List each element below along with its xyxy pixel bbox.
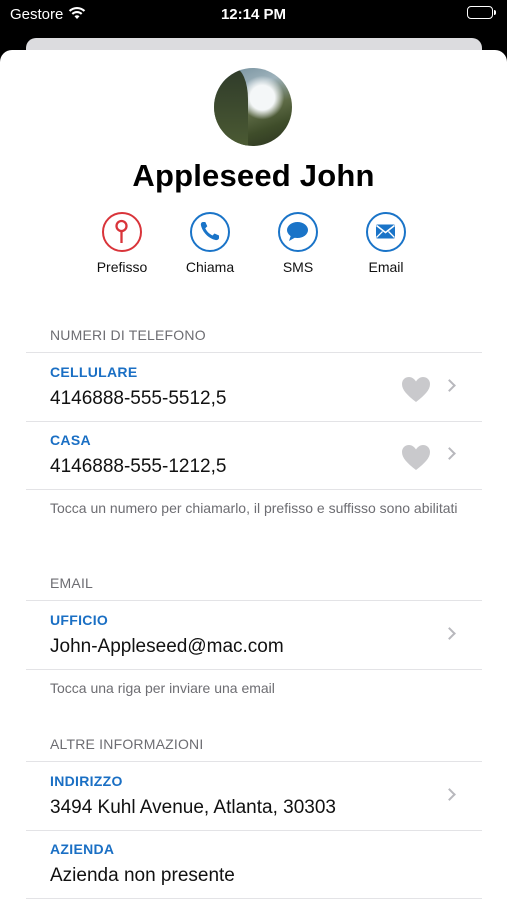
avatar xyxy=(214,68,292,146)
phone-type-label: CASA xyxy=(50,432,91,448)
phone-icon xyxy=(190,212,230,252)
email-label: Email xyxy=(368,259,404,275)
chevron-right-icon xyxy=(443,788,456,801)
pin-icon xyxy=(102,212,142,252)
company-row: AZIENDA Azienda non presente xyxy=(26,830,482,898)
sms-label: SMS xyxy=(282,259,314,275)
phone-number: 4146888-555-5512,5 xyxy=(50,388,227,409)
contact-name: Appleseed John xyxy=(132,158,375,193)
action-bar: Prefisso Chiama SMS Email xyxy=(0,212,507,292)
call-button[interactable]: Chiama xyxy=(170,212,250,275)
email-type-label: UFFICIO xyxy=(50,612,109,628)
email-section-footer: Tocca una riga per inviare una email xyxy=(50,680,275,696)
phone-number: 4146888-555-1212,5 xyxy=(50,456,227,477)
divider xyxy=(26,669,482,670)
info-section-header: ALTRE INFORMAZIONI xyxy=(50,736,204,752)
phone-section-header: NUMERI DI TELEFONO xyxy=(50,327,206,343)
prefix-label: Prefisso xyxy=(96,259,148,275)
company-label: AZIENDA xyxy=(50,841,115,857)
status-bar: Gestore 12:14 PM xyxy=(0,0,507,30)
company-value: Azienda non presente xyxy=(50,865,235,886)
email-button[interactable]: Email xyxy=(346,212,426,275)
phone-row-home[interactable]: CASA 4146888-555-1212,5 xyxy=(26,421,482,489)
envelope-icon xyxy=(366,212,406,252)
message-icon xyxy=(278,212,318,252)
chevron-right-icon xyxy=(443,627,456,640)
sms-button[interactable]: SMS xyxy=(258,212,338,275)
heart-icon[interactable] xyxy=(400,375,432,403)
call-label: Chiama xyxy=(185,259,235,275)
address-label: INDIRIZZO xyxy=(50,773,123,789)
address-row[interactable]: INDIRIZZO 3494 Kuhl Avenue, Atlanta, 303… xyxy=(26,762,482,830)
email-address: John-Appleseed@mac.com xyxy=(50,636,284,657)
divider xyxy=(26,898,482,899)
prefix-button[interactable]: Prefisso xyxy=(82,212,162,275)
email-row-work[interactable]: UFFICIO John-Appleseed@mac.com xyxy=(26,601,482,669)
phone-row-mobile[interactable]: CELLULARE 4146888-555-5512,5 xyxy=(26,353,482,421)
email-section-header: EMAIL xyxy=(50,575,94,591)
divider xyxy=(26,489,482,490)
chevron-right-icon xyxy=(443,447,456,460)
phone-section-footer: Tocca un numero per chiamarlo, il prefis… xyxy=(50,500,458,516)
address-value: 3494 Kuhl Avenue, Atlanta, 30303 xyxy=(50,797,336,818)
contact-sheet: Appleseed John Prefisso Chiama SMS Email… xyxy=(0,50,507,910)
heart-icon[interactable] xyxy=(400,443,432,471)
phone-type-label: CELLULARE xyxy=(50,364,138,380)
clock: 12:14 PM xyxy=(220,6,287,23)
battery-icon xyxy=(467,6,496,19)
chevron-right-icon xyxy=(443,379,456,392)
